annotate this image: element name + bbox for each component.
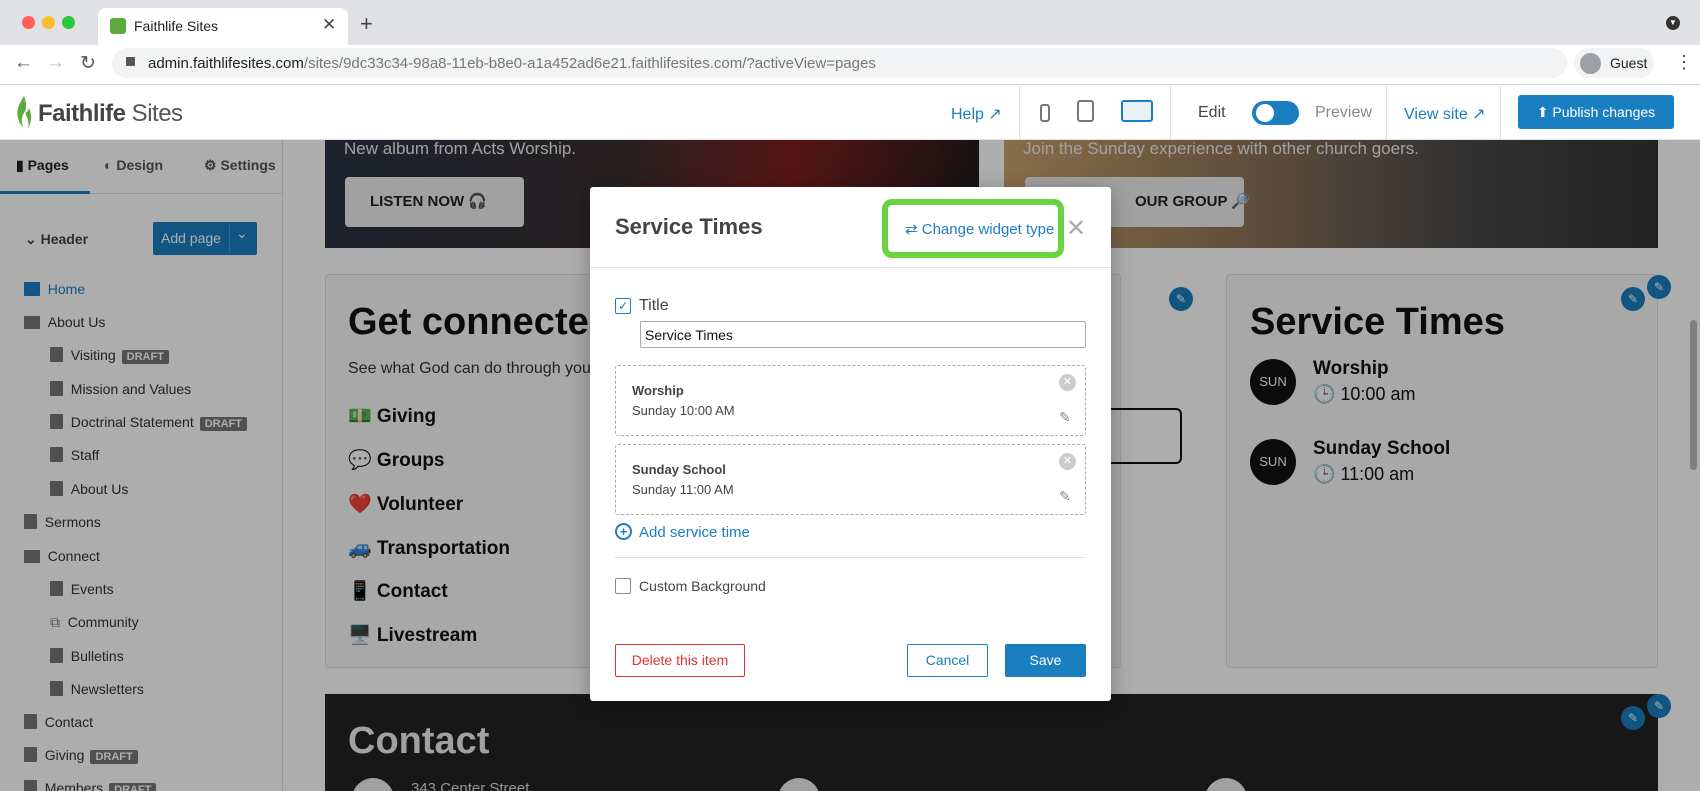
divider [1019,86,1020,140]
change-widget-type-link[interactable]: ⇄ Change widget type [905,220,1054,238]
divider [1500,86,1501,140]
custom-background-label: Custom Background [639,578,766,594]
faithlife-logo-icon [17,96,32,128]
add-circle-icon[interactable]: + [615,523,632,540]
edit-service-icon[interactable]: ✎ [1059,409,1071,426]
custom-background-checkbox[interactable] [615,578,631,594]
reload-icon[interactable]: ↻ [80,52,96,75]
window-maximize-button[interactable] [62,16,75,29]
service-entry[interactable] [615,365,1086,436]
desktop-preview-icon[interactable] [1121,100,1153,122]
favicon-icon [110,18,126,34]
url-text: admin.faithlifesites.com/sites/9dc33c34-… [148,55,876,72]
cancel-button[interactable]: Cancel [907,644,988,677]
tab-close-icon[interactable]: ✕ [322,15,336,35]
tab-search-icon[interactable]: ▼ [1666,16,1680,30]
service-entry[interactable] [615,444,1086,515]
toggle-knob [1256,104,1274,122]
mobile-preview-icon[interactable] [1040,104,1050,122]
service-entry-time: Sunday 11:00 AM [632,482,734,497]
lock-icon [126,57,135,66]
close-icon[interactable]: ✕ [1066,214,1086,243]
browser-menu-icon[interactable]: ⋮ [1675,52,1693,73]
preview-mode-label: Preview [1315,104,1372,121]
forward-arrow-icon[interactable]: → [46,52,65,74]
edit-mode-label: Edit [1198,104,1226,121]
divider [590,267,1111,268]
service-entry-name: Worship [632,383,684,398]
profile-label: Guest [1610,55,1648,71]
back-arrow-icon[interactable]: ← [14,52,33,74]
add-service-time-link[interactable]: Add service time [639,524,750,541]
save-button[interactable]: Save [1005,644,1086,677]
tab-title: Faithlife Sites [134,18,219,34]
window-close-button[interactable] [22,16,35,29]
tablet-preview-icon[interactable] [1077,100,1094,122]
remove-service-icon[interactable]: ✕ [1059,374,1076,391]
view-site-link[interactable]: View site ↗ [1404,104,1486,124]
divider [1170,86,1171,140]
service-entry-name: Sunday School [632,462,726,477]
publish-changes-button[interactable]: ⬆ Publish changes [1518,95,1674,129]
divider [615,557,1086,558]
delete-item-button[interactable]: Delete this item [615,644,745,677]
window-minimize-button[interactable] [42,16,55,29]
remove-service-icon[interactable]: ✕ [1059,453,1076,470]
dialog-title: Service Times [615,214,763,239]
edit-service-icon[interactable]: ✎ [1059,488,1071,505]
new-tab-button[interactable]: + [360,11,373,37]
title-input-value: Service Times [645,327,733,343]
help-link[interactable]: Help ↗ [951,104,1002,124]
title-checkbox[interactable]: ✓ [615,298,631,314]
profile-avatar-icon [1580,53,1601,74]
title-checkbox-label: Title [639,297,669,314]
service-entry-time: Sunday 10:00 AM [632,403,735,418]
app-logo[interactable]: Faithlife Sites [38,100,183,128]
divider [1386,86,1387,140]
